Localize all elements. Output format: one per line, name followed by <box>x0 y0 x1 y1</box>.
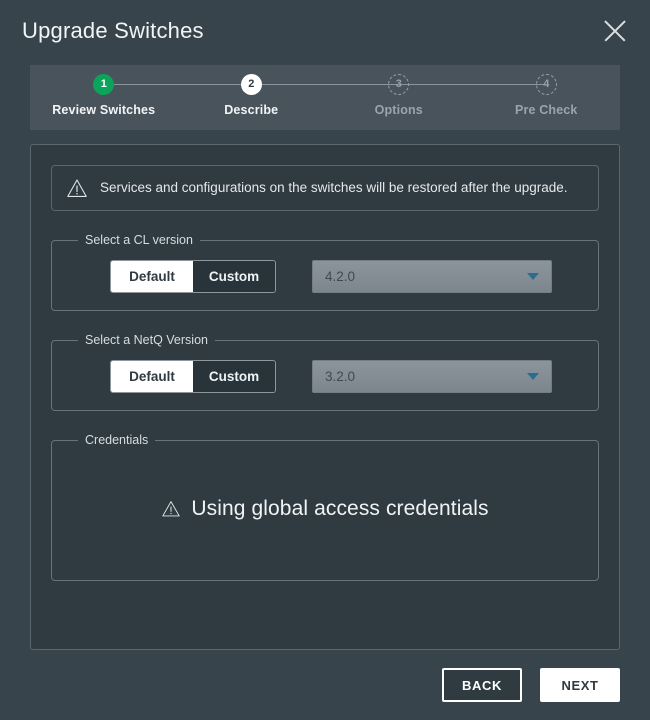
cl-version-toggle[interactable]: Default Custom <box>110 260 276 293</box>
cl-version-legend: Select a CL version <box>85 233 193 247</box>
netq-version-group: Select a NetQ Version Default Custom 3.2… <box>51 333 599 411</box>
cl-version-group: Select a CL version Default Custom 4.2.0 <box>51 233 599 311</box>
netq-version-select[interactable]: 3.2.0 <box>312 360 552 393</box>
step-review-switches[interactable]: 1 Review Switches <box>30 74 252 117</box>
close-icon[interactable] <box>598 14 632 48</box>
step-number-badge[interactable]: 4 <box>535 74 557 95</box>
chevron-down-icon <box>527 373 539 380</box>
credentials-body: Using global access credentials <box>68 447 582 580</box>
step-connector <box>398 84 547 85</box>
warning-banner: Services and configurations on the switc… <box>51 165 599 211</box>
wizard-content-card: Services and configurations on the switc… <box>30 144 620 650</box>
page-title: Upgrade Switches <box>22 18 204 43</box>
cl-version-default-button[interactable]: Default <box>111 261 193 292</box>
step-pre-check[interactable]: 4 Pre Check <box>473 74 621 117</box>
cl-version-custom-button[interactable]: Custom <box>193 261 275 292</box>
netq-version-select-value: 3.2.0 <box>325 369 356 384</box>
netq-version-default-button[interactable]: Default <box>111 361 193 392</box>
wizard-stepper: 1 Review Switches 2 Describe 3 Options 4… <box>30 65 620 130</box>
step-connector <box>251 84 399 85</box>
warning-message: Services and configurations on the switc… <box>100 180 568 196</box>
back-button[interactable]: BACK <box>442 668 522 702</box>
netq-version-toggle[interactable]: Default Custom <box>110 360 276 393</box>
cl-version-select[interactable]: 4.2.0 <box>312 260 552 293</box>
step-describe[interactable]: 2 Describe <box>178 74 399 117</box>
cl-version-select-value: 4.2.0 <box>325 269 356 284</box>
step-number-badge[interactable]: 1 <box>93 74 115 95</box>
netq-version-custom-button[interactable]: Custom <box>193 361 275 392</box>
credentials-legend: Credentials <box>85 433 149 447</box>
step-number-badge[interactable]: 3 <box>388 74 410 95</box>
credentials-message: Using global access credentials <box>191 496 489 520</box>
step-connector <box>103 84 252 85</box>
step-label: Options <box>374 103 423 117</box>
chevron-down-icon <box>527 273 539 280</box>
step-number-badge[interactable]: 2 <box>240 74 262 95</box>
dialog-footer: BACK NEXT <box>30 668 620 702</box>
warning-triangle-icon <box>67 179 87 197</box>
netq-version-row: Default Custom 3.2.0 <box>68 347 582 410</box>
dialog-titlebar: Upgrade Switches <box>0 0 650 62</box>
credentials-group: Credentials Using global access credenti… <box>51 433 599 581</box>
netq-version-legend: Select a NetQ Version <box>85 333 208 347</box>
next-button[interactable]: NEXT <box>540 668 620 702</box>
step-label: Describe <box>224 103 279 117</box>
step-label: Review Switches <box>52 103 156 117</box>
step-options[interactable]: 3 Options <box>325 74 547 117</box>
warning-triangle-icon <box>162 501 180 517</box>
cl-version-row: Default Custom 4.2.0 <box>68 247 582 310</box>
step-label: Pre Check <box>515 103 578 117</box>
